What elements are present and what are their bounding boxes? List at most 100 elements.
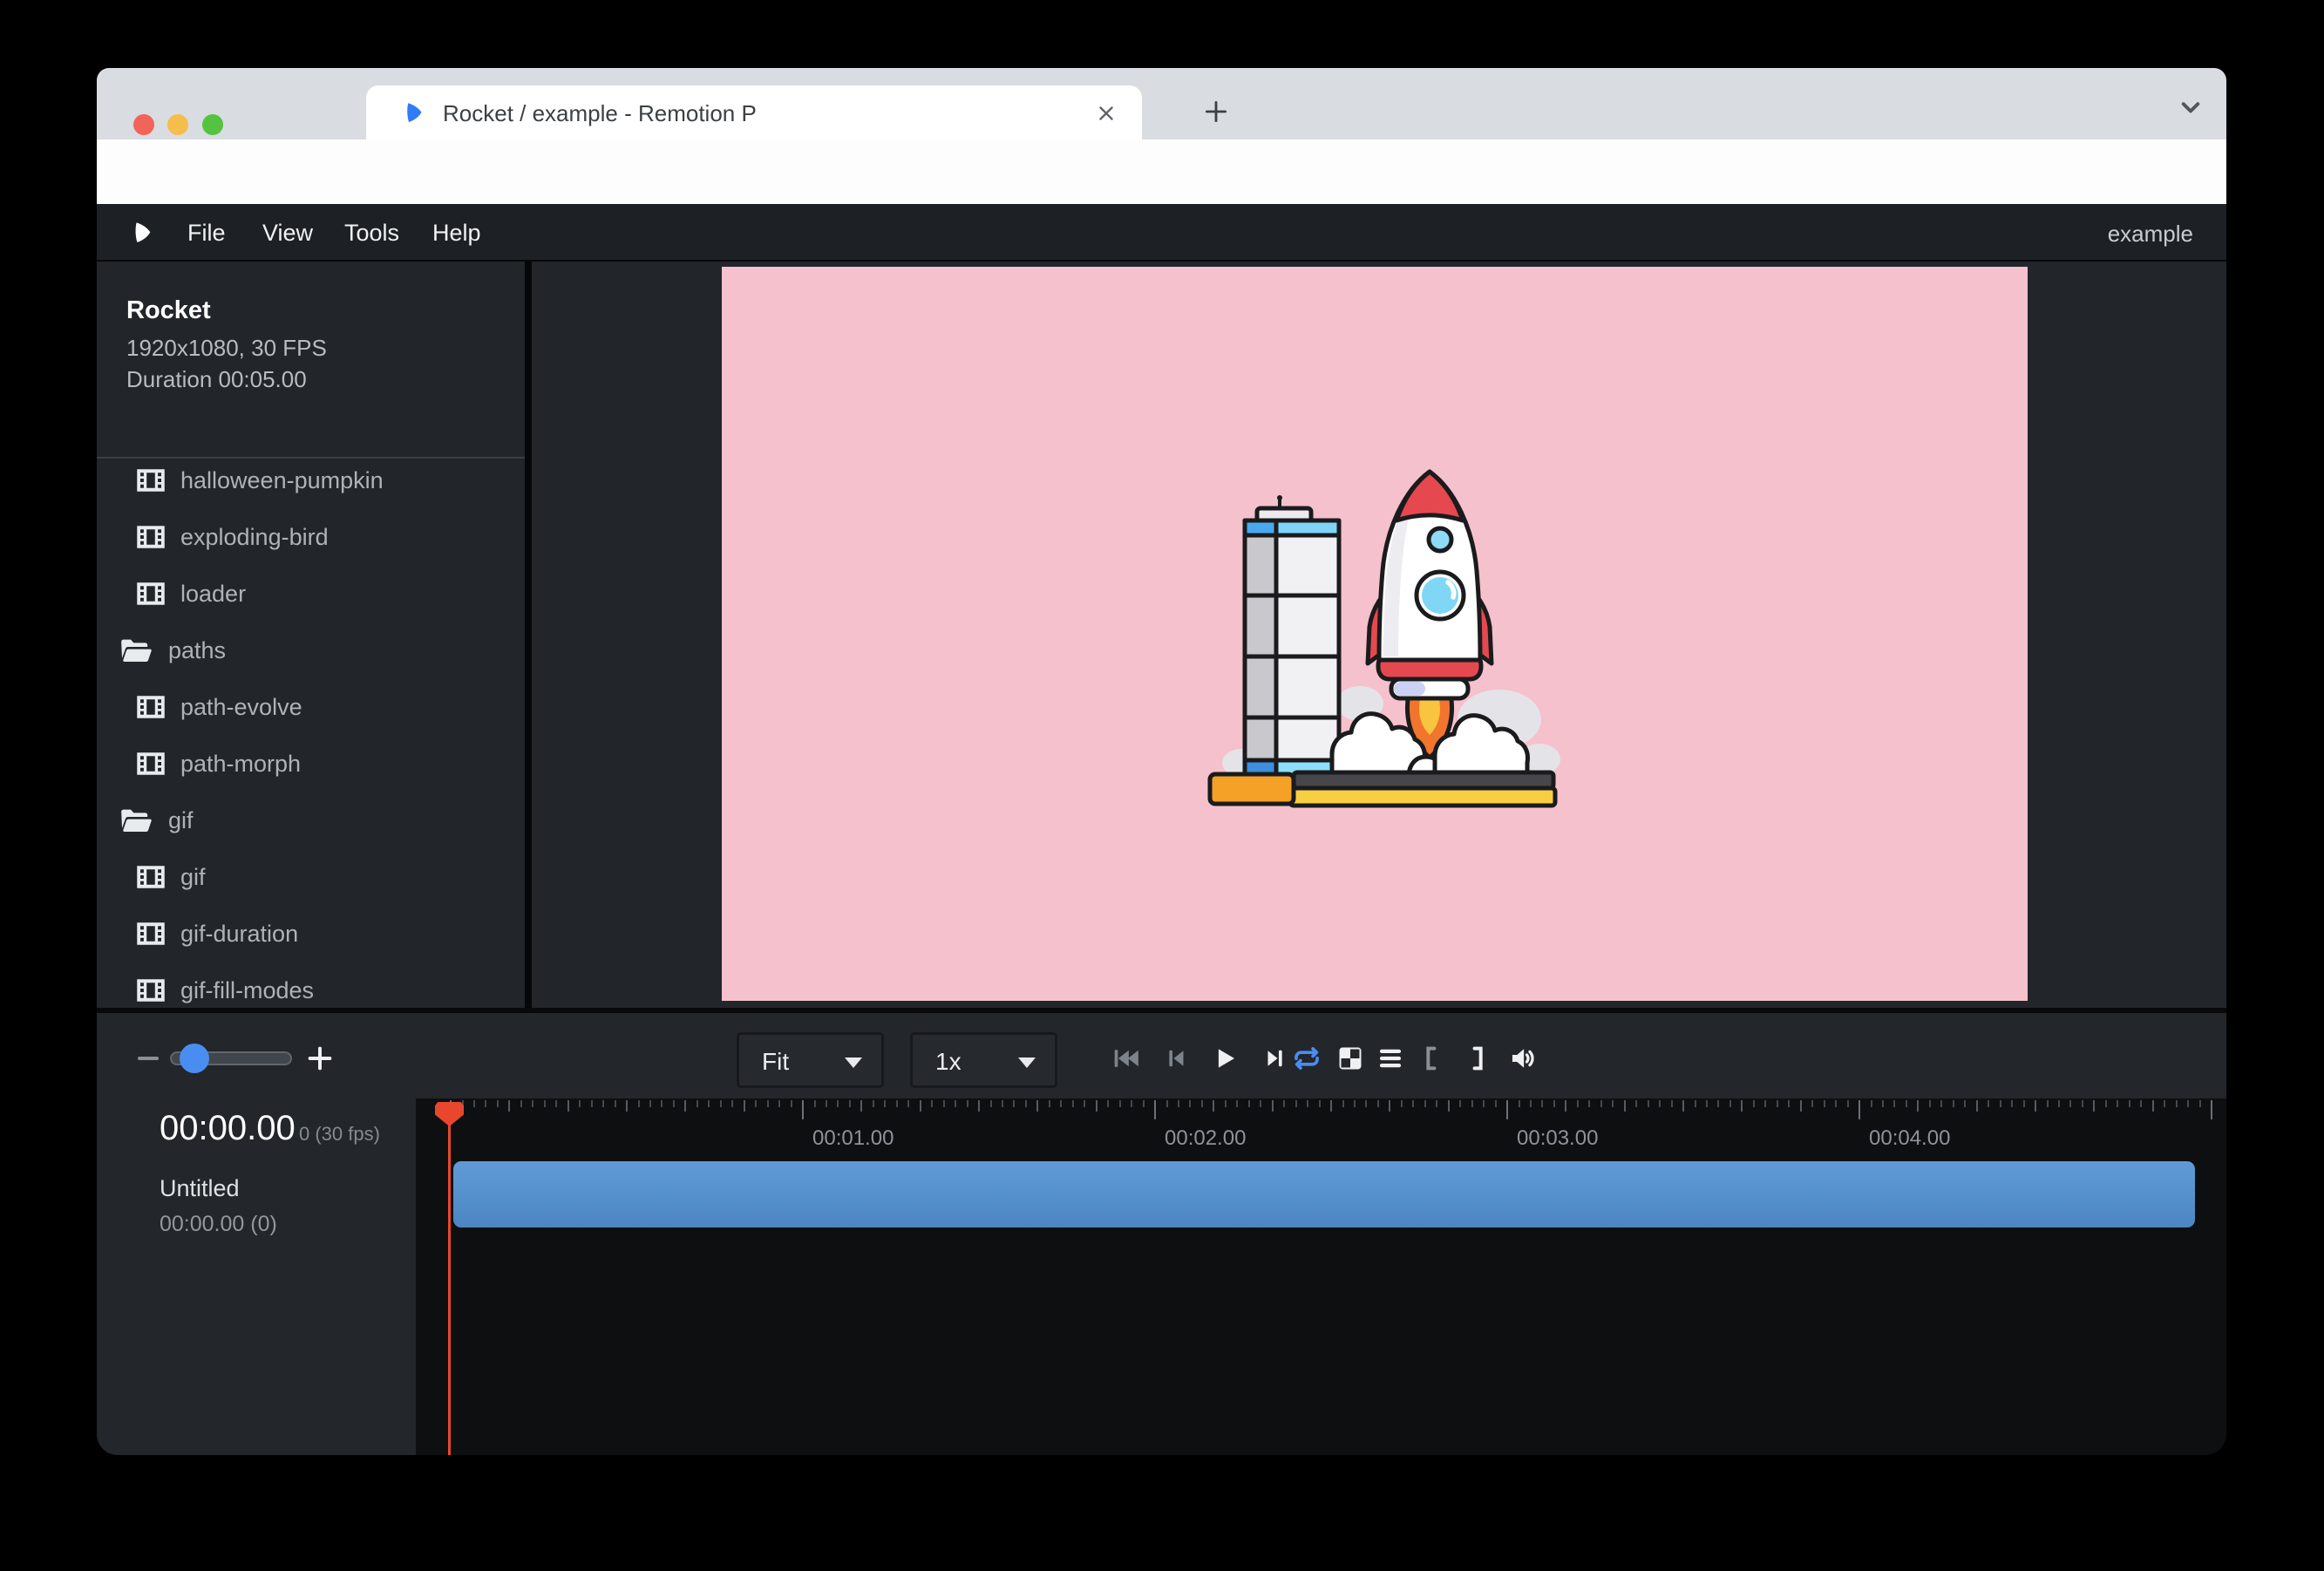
- ruler-label: 00:04.00: [1869, 1126, 1950, 1151]
- ruler-tick: [1777, 1100, 1778, 1107]
- in-point-bracket-button[interactable]: [1418, 1044, 1448, 1073]
- next-frame-button[interactable]: [1261, 1044, 1290, 1073]
- ruler-tick: [1953, 1100, 1954, 1107]
- sidebar-preview-divider: [525, 262, 532, 1008]
- ruler-tick: [755, 1100, 757, 1107]
- ruler-tick: [1695, 1100, 1696, 1107]
- ruler-tick: [1389, 1100, 1390, 1112]
- zoom-slider-knob[interactable]: [180, 1044, 209, 1073]
- out-point-bracket-button[interactable]: [1461, 1044, 1491, 1073]
- playhead-line[interactable]: [448, 1102, 451, 1455]
- ruler-tick: [1036, 1100, 1038, 1112]
- ruler-tick: [920, 1100, 921, 1112]
- ruler-tick: [1201, 1100, 1203, 1107]
- fullscreen-window-button[interactable]: [202, 114, 223, 135]
- new-tab-button[interactable]: [1201, 97, 1231, 126]
- minimize-window-button[interactable]: [167, 114, 188, 135]
- ruler-tick: [673, 1100, 675, 1107]
- previous-frame-button[interactable]: [1161, 1044, 1191, 1073]
- ruler-tick: [873, 1100, 874, 1107]
- volume-button[interactable]: [1508, 1044, 1538, 1073]
- ruler-tick: [1119, 1100, 1121, 1107]
- ruler-tick: [1365, 1100, 1367, 1107]
- ruler-tick: [2000, 1100, 2001, 1107]
- ruler-tick: [1283, 1100, 1285, 1107]
- composition-item[interactable]: path-morph: [97, 736, 525, 792]
- play-button[interactable]: [1210, 1044, 1240, 1073]
- ruler-tick: [1682, 1100, 1684, 1112]
- composition-item[interactable]: exploding-bird: [97, 509, 525, 566]
- ruler-tick: [955, 1100, 956, 1107]
- ruler-tick: [1893, 1100, 1895, 1107]
- composition-item[interactable]: gif-duration: [97, 906, 525, 962]
- transparency-checkerboard-button[interactable]: [1335, 1044, 1365, 1073]
- menu-tools[interactable]: Tools: [344, 220, 399, 247]
- tab-strip: Rocket / example - Remotion P: [97, 68, 2226, 139]
- ruler-tick: [1096, 1100, 1097, 1112]
- timeline-clip-bar[interactable]: [453, 1161, 2195, 1228]
- ruler-tick: [602, 1100, 604, 1107]
- loop-toggle-button[interactable]: [1292, 1044, 1322, 1073]
- ruler-tick: [638, 1100, 640, 1107]
- ruler-tick: [1859, 1100, 1860, 1119]
- folder-item[interactable]: gif: [97, 792, 525, 849]
- ruler-tick: [1671, 1100, 1673, 1107]
- tab-title: Rocket / example - Remotion P: [443, 100, 1053, 127]
- composition-item[interactable]: gif: [97, 849, 525, 906]
- folder-item[interactable]: paths: [97, 622, 525, 679]
- zoom-in-button[interactable]: [305, 1044, 335, 1073]
- ruler-tick: [2164, 1100, 2165, 1107]
- ruler-tick: [1588, 1100, 1590, 1107]
- playback-speed-select[interactable]: 1x: [910, 1032, 1057, 1088]
- ruler-tick: [544, 1100, 546, 1107]
- video-canvas[interactable]: [722, 267, 2028, 1001]
- ruler-tick: [2047, 1100, 2049, 1107]
- ruler-tick: [2082, 1100, 2083, 1107]
- ruler-tick: [591, 1100, 593, 1107]
- ruler-tick: [731, 1100, 733, 1107]
- ruler-tick: [907, 1100, 909, 1107]
- zoom-out-button[interactable]: [138, 1057, 159, 1060]
- menu-view[interactable]: View: [262, 220, 313, 247]
- ruler-tick: [1213, 1100, 1214, 1112]
- ruler-tick: [1025, 1100, 1027, 1107]
- ruler-tick: [1272, 1100, 1274, 1112]
- timeline-panel: 00:00.00 0 (30 fps) Untitled 00:00.00 (0…: [97, 1098, 2226, 1455]
- composition-item[interactable]: path-evolve: [97, 679, 525, 736]
- film-icon: [135, 521, 166, 553]
- ruler-tick: [744, 1100, 745, 1112]
- ruler-tick: [826, 1100, 827, 1107]
- canvas-size-select[interactable]: Fit: [737, 1032, 884, 1088]
- ruler-tick: [1929, 1100, 1931, 1107]
- timeline-rows-button[interactable]: [1376, 1044, 1405, 1073]
- film-icon: [135, 465, 166, 496]
- tab-close-icon[interactable]: [1095, 102, 1118, 125]
- ruler-tick: [1624, 1100, 1626, 1112]
- ruler-tick: [555, 1100, 557, 1107]
- ruler-tick: [1143, 1100, 1145, 1107]
- playhead-handle[interactable]: [435, 1102, 464, 1126]
- composition-item[interactable]: loader: [97, 566, 525, 622]
- close-window-button[interactable]: [133, 114, 154, 135]
- remotion-logo-icon[interactable]: [127, 219, 154, 246]
- timecode-display: 00:00.00: [160, 1109, 296, 1148]
- composition-duration: Duration 00:05.00: [126, 366, 307, 393]
- ruler-tick: [2058, 1100, 2060, 1107]
- film-icon: [135, 918, 166, 949]
- menu-file[interactable]: File: [187, 220, 226, 247]
- ruler-tick: [2187, 1100, 2189, 1107]
- timeline-track-area[interactable]: 00:01.00 00:02.00 00:03.00 00:04.00: [422, 1098, 2226, 1455]
- chevron-down-icon: [1018, 1058, 1036, 1068]
- ruler-tick: [2140, 1100, 2142, 1107]
- menu-help[interactable]: Help: [432, 220, 481, 247]
- composition-item[interactable]: gif-fill-modes: [97, 962, 525, 1008]
- ruler-tick: [2105, 1100, 2107, 1107]
- composition-item[interactable]: halloween-pumpkin: [97, 452, 525, 509]
- skip-to-start-button[interactable]: [1111, 1044, 1141, 1073]
- tab-search-chevron-icon[interactable]: [2175, 92, 2206, 123]
- ruler-tick: [1811, 1100, 1813, 1107]
- ruler-tick: [791, 1100, 792, 1107]
- ruler-tick: [1648, 1100, 1649, 1107]
- browser-tab[interactable]: Rocket / example - Remotion P: [366, 85, 1142, 139]
- ruler-tick: [860, 1100, 862, 1112]
